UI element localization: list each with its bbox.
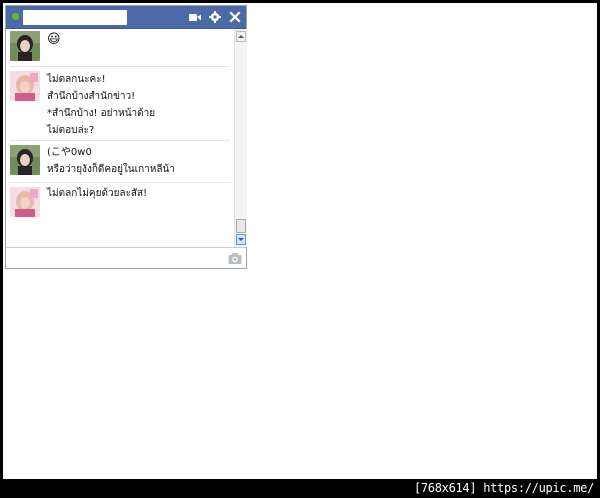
message-line: (こや0w0 [47,147,92,158]
scroll-down-button[interactable] [236,234,246,245]
message-line: ไม่ตอบล่ะ? [47,125,95,136]
gear-icon[interactable] [208,10,222,24]
message-line: ไม่ตลกนะคะ! [47,74,106,85]
message-list[interactable]: 😃 ไม่ตลกนะคะ! สำนึกบ้างสำนักข่าว! *สำนึก… [6,29,234,247]
message-group: ไม่ตลกไม่คุยด้วยละสัส! [6,185,230,219]
message-input[interactable] [8,250,222,268]
video-call-icon[interactable] [188,10,202,24]
online-status-icon [12,13,19,20]
message-line: ไม่ตลกไม่คุยด้วยละสัส! [47,188,148,199]
scroll-thumb[interactable] [236,219,246,233]
avatar[interactable] [10,145,40,175]
message-line: 😃 [47,32,61,47]
avatar[interactable] [10,31,40,61]
chat-window: 😃 ไม่ตลกนะคะ! สำนึกบ้างสำนักข่าว! *สำนึก… [5,5,247,269]
avatar[interactable] [10,187,40,217]
close-icon[interactable] [228,10,242,24]
chat-titlebar[interactable] [6,6,246,29]
message-line: หรือว่ายุงังก็ดีคอยู่ในเกาหลีน้า [47,164,175,175]
message-group: (こや0w0 หรือว่ายุงังก็ดีคอยู่ในเกาหลีน้า [6,143,230,181]
divider [10,140,230,141]
camera-icon[interactable] [228,252,242,265]
image-host-footer: [768x614] https://upic.me/ [0,479,600,498]
message-line: สำนึกบ้างสำนักข่าว! [47,91,136,102]
divider [10,182,230,183]
message-scrollbar[interactable] [234,29,247,247]
scroll-up-button[interactable] [236,31,246,42]
message-composer [6,247,246,268]
message-group: 😃 [6,29,230,63]
contact-name-redacted [23,10,127,25]
image-host-label: [768x614] https://upic.me/ [413,481,594,495]
message-line: *สำนึกบ้าง! อย่าหน้าด้าย [47,108,156,119]
message-group: ไม่ตลกนะคะ! สำนึกบ้างสำนักข่าว! *สำนึกบ้… [6,69,230,139]
divider [10,66,230,67]
avatar[interactable] [10,71,40,101]
